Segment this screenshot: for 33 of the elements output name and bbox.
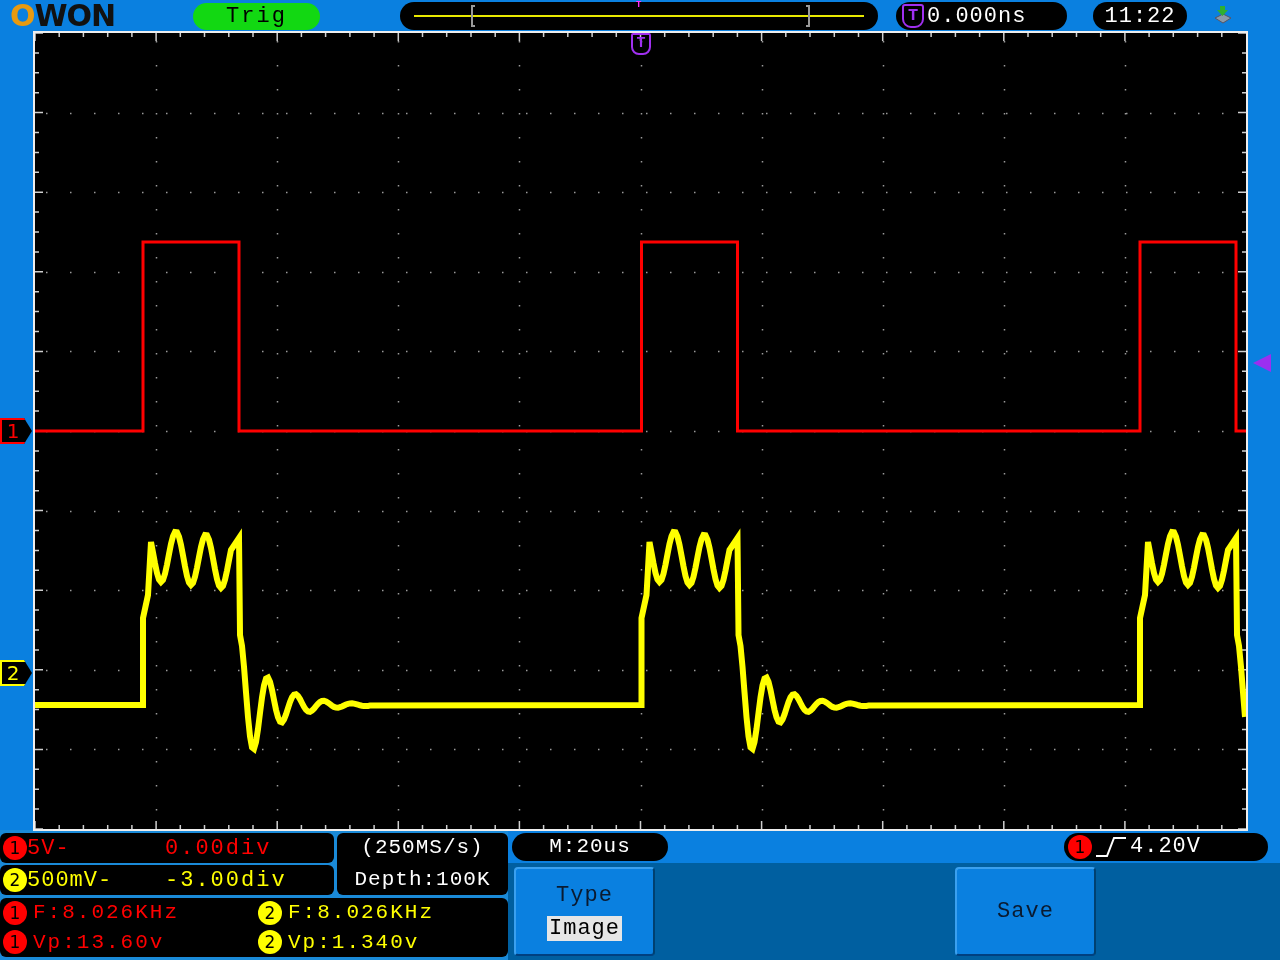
channel-badge: 2 [3, 868, 27, 892]
channel-badge: 2 [258, 930, 282, 955]
save-button[interactable]: Save [955, 867, 1096, 956]
channel-badge: 2 [258, 900, 282, 925]
trigger-status: Trig [193, 2, 320, 30]
measurement-value: Vp:13.60v [33, 930, 165, 954]
trigger-position: 0.000ns [927, 3, 1027, 29]
channel-marker[interactable]: 1 [0, 418, 32, 444]
timebase: M:20us [512, 832, 668, 861]
channel-scale: 5V- [27, 835, 71, 861]
trigger-level: 4.20V [1130, 834, 1201, 859]
trigger-marker: T [636, 1, 642, 10]
sample-rate: (250MS/s) [361, 835, 484, 861]
measurement-value: Vp:1.340v [288, 930, 420, 954]
selected-value: Image [547, 915, 622, 941]
channel-badge: 1 [3, 930, 27, 955]
channel-scale: 500mV- [27, 867, 114, 893]
measurement-value: F:8.026KHz [288, 901, 435, 925]
channel-badge: 1 [3, 836, 27, 860]
channel-badge: 1 [3, 900, 27, 925]
clock: 11:22 [1093, 2, 1187, 30]
trigger-marker[interactable]: T [631, 33, 651, 55]
trigger-badge: T [902, 4, 924, 28]
channel-badge: 1 [1068, 834, 1092, 859]
channel-marker[interactable]: 2 [0, 660, 32, 686]
trigger-level-arrow-icon[interactable] [1251, 352, 1273, 374]
memory-depth: Depth:100K [354, 867, 491, 893]
type-button[interactable]: Type Image [514, 867, 655, 956]
channel-offset: 0.00div [165, 835, 272, 861]
rising-edge-icon [1094, 834, 1128, 859]
measurement-value: F:8.026KHz [33, 901, 180, 925]
logo: OWON [10, 1, 117, 31]
channel-offset: -3.00div [165, 867, 287, 893]
